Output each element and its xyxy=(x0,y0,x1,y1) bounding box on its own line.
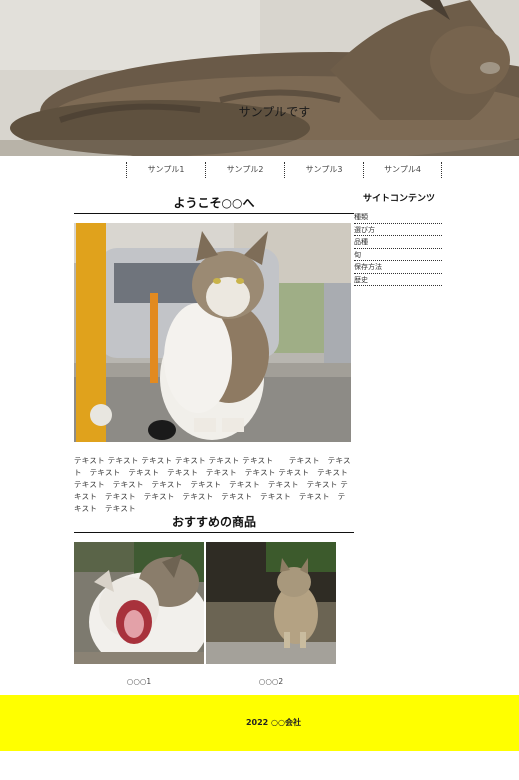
sidebar-heading: サイトコンテンツ xyxy=(363,194,436,204)
body-text: テキスト テキスト テキスト テキスト テキスト テキスト テキスト テキスト … xyxy=(74,456,356,513)
sidebar-item-history[interactable]: 歴史 xyxy=(354,274,442,286)
nav-item-sample4[interactable]: サンプル4 xyxy=(363,162,442,178)
recommended-products-heading: おすすめの商品 xyxy=(74,513,354,533)
sidebar-list: 種類 選び方 品種 旬 保存方法 歴史 xyxy=(354,211,442,286)
sidebar-item-types[interactable]: 種類 xyxy=(354,211,442,224)
product-caption-2[interactable]: ○○○2 xyxy=(206,677,336,686)
nav-item-sample3[interactable]: サンプル3 xyxy=(284,162,363,178)
product-caption-1[interactable]: ○○○1 xyxy=(74,677,204,686)
sidebar-item-storage[interactable]: 保存方法 xyxy=(354,261,442,274)
footer: 2022 ○○会社 xyxy=(0,695,519,751)
nav-item-sample2[interactable]: サンプル2 xyxy=(205,162,284,178)
footer-copyright: 2022 ○○会社 xyxy=(245,718,301,727)
cat-banner-illustration xyxy=(0,0,519,156)
main-nav: サンプル1 サンプル2 サンプル3 サンプル4 xyxy=(126,162,442,178)
sidebar-item-varieties[interactable]: 品種 xyxy=(354,236,442,249)
nav-item-sample1[interactable]: サンプル1 xyxy=(126,162,205,178)
product-photo-2[interactable] xyxy=(206,542,336,664)
site-title: サンプルです xyxy=(238,105,311,119)
sidebar-item-how-to-choose[interactable]: 選び方 xyxy=(354,224,442,236)
sidebar-item-season[interactable]: 旬 xyxy=(354,249,442,261)
header-hero-image: サンプルです xyxy=(0,0,519,156)
main-cat-photo xyxy=(74,223,351,442)
welcome-heading: ようこそ○○へ xyxy=(74,194,354,214)
product-photo-1[interactable] xyxy=(74,542,204,664)
